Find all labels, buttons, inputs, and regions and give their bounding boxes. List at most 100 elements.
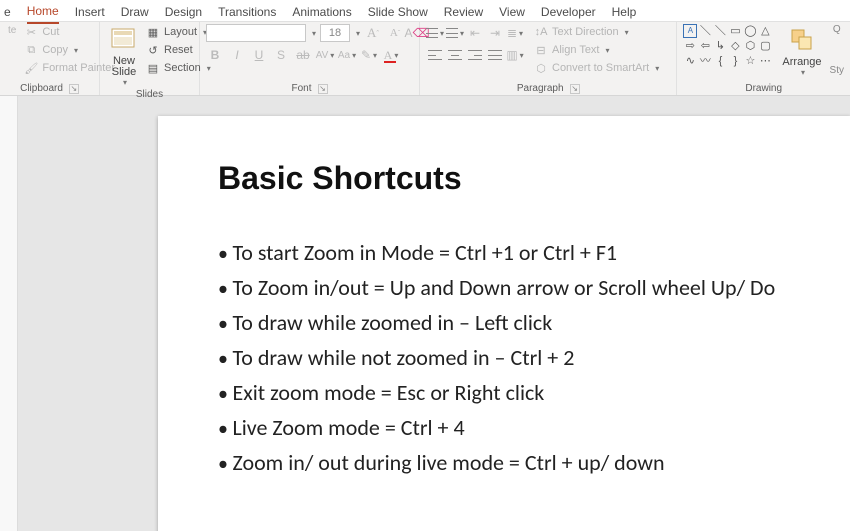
paragraph-dialog-launcher[interactable]: ↘ bbox=[570, 84, 580, 94]
shape-star-icon[interactable]: ☆ bbox=[743, 54, 757, 68]
shape-diamond-icon[interactable]: ◇ bbox=[728, 39, 742, 53]
increase-indent-button[interactable]: ⇥ bbox=[486, 24, 504, 42]
tab-view[interactable]: View bbox=[499, 3, 525, 23]
chevron-down-icon[interactable]: ▾ bbox=[312, 29, 316, 38]
tab-developer[interactable]: Developer bbox=[541, 3, 596, 23]
tab-home[interactable]: Home bbox=[27, 2, 59, 24]
font-dialog-launcher[interactable]: ↘ bbox=[318, 84, 328, 94]
ribbon: te ✂ Cut ⧉ Copy ▾ 🖌 Format Painter Cli bbox=[0, 22, 850, 96]
justify-button[interactable] bbox=[486, 46, 504, 64]
new-slide-button[interactable]: NewSlide ▾ bbox=[106, 24, 142, 89]
paste-button[interactable]: te bbox=[6, 24, 18, 37]
align-left-button[interactable] bbox=[426, 46, 444, 64]
shape-textbox-icon[interactable]: A bbox=[683, 24, 697, 38]
increase-font-button[interactable]: Aˆ bbox=[364, 24, 382, 42]
quick-styles-cut[interactable]: Q bbox=[833, 24, 841, 35]
layout-label: Layout bbox=[164, 26, 197, 38]
shape-line2-icon[interactable]: ＼ bbox=[713, 24, 727, 38]
line-spacing-button[interactable]: ≣▾ bbox=[506, 24, 524, 42]
char-spacing-button[interactable]: AV▾ bbox=[316, 46, 334, 64]
group-clipboard: te ✂ Cut ⧉ Copy ▾ 🖌 Format Painter Cli bbox=[0, 22, 100, 95]
list-item[interactable]: To draw while not zoomed in – Ctrl + 2 bbox=[218, 340, 810, 375]
slide[interactable]: Basic Shortcuts To start Zoom in Mode = … bbox=[158, 116, 850, 531]
arrange-label: Arrange bbox=[782, 56, 821, 68]
reset-icon: ↺ bbox=[146, 43, 160, 57]
arrange-icon bbox=[788, 26, 816, 54]
shape-connector-icon[interactable]: ↳ bbox=[713, 39, 727, 53]
shape-arrowl-icon[interactable]: ⇦ bbox=[698, 39, 712, 53]
clipboard-dialog-launcher[interactable]: ↘ bbox=[69, 84, 79, 94]
bold-button[interactable]: B bbox=[206, 46, 224, 64]
group-slides: NewSlide ▾ ▦ Layout ▾ ↺ Reset ▤ Section … bbox=[100, 22, 200, 95]
shape-scribble-icon[interactable]: 〰 bbox=[698, 54, 712, 68]
columns-button[interactable]: ▥▾ bbox=[506, 46, 524, 64]
slide-thumbnails-pane[interactable] bbox=[0, 96, 18, 531]
decrease-indent-button[interactable]: ⇤ bbox=[466, 24, 484, 42]
styles-cut: Sty bbox=[830, 65, 844, 76]
list-item[interactable]: Exit zoom mode = Esc or Right click bbox=[218, 375, 810, 410]
list-item[interactable]: To draw while zoomed in – Left click bbox=[218, 305, 810, 340]
new-slide-icon bbox=[110, 26, 138, 54]
slide-title[interactable]: Basic Shortcuts bbox=[218, 160, 810, 197]
align-center-button[interactable] bbox=[446, 46, 464, 64]
shape-oval-icon[interactable]: ◯ bbox=[743, 24, 757, 38]
group-font-label: Font bbox=[291, 83, 311, 94]
underline-button[interactable]: U bbox=[250, 46, 268, 64]
list-item[interactable]: Zoom in/ out during live mode = Ctrl + u… bbox=[218, 445, 810, 480]
shape-roundrect-icon[interactable]: ▢ bbox=[758, 39, 772, 53]
list-item[interactable]: Live Zoom mode = Ctrl + 4 bbox=[218, 410, 810, 445]
group-font: ▾ 18 ▾ Aˆ Aˇ A⌫ B I U S ab AV▾ Aa▾ ✎▾ A▾… bbox=[200, 22, 420, 95]
arrange-button[interactable]: Arrange ▾ bbox=[778, 24, 825, 79]
italic-button[interactable]: I bbox=[228, 46, 246, 64]
convert-smartart-button[interactable]: ⬡ Convert to SmartArt ▾ bbox=[532, 60, 661, 76]
tab-help[interactable]: Help bbox=[612, 3, 637, 23]
font-color-button[interactable]: A▾ bbox=[382, 46, 400, 64]
tab-draw[interactable]: Draw bbox=[121, 3, 149, 23]
chevron-down-icon: ▾ bbox=[801, 68, 805, 77]
slide-canvas[interactable]: Basic Shortcuts To start Zoom in Mode = … bbox=[18, 96, 850, 531]
numbering-button[interactable]: ▾ bbox=[446, 24, 464, 42]
shape-brace-icon[interactable]: { bbox=[713, 54, 727, 68]
shape-hex-icon[interactable]: ⬡ bbox=[743, 39, 757, 53]
group-paragraph: ▾ ▾ ⇤ ⇥ ≣▾ ▥▾ ↕A Text Direction bbox=[420, 22, 677, 95]
bullets-button[interactable]: ▾ bbox=[426, 24, 444, 42]
highlight-button[interactable]: ✎▾ bbox=[360, 46, 378, 64]
shapes-gallery[interactable]: A ＼ ＼ ▭ ◯ △ ⇨ ⇦ ↳ ◇ ⬡ ▢ ∿ 〰 { } ☆ ⋯ bbox=[683, 24, 772, 68]
cut-label: Cut bbox=[42, 26, 59, 38]
group-drawing: A ＼ ＼ ▭ ◯ △ ⇨ ⇦ ↳ ◇ ⬡ ▢ ∿ 〰 { } ☆ ⋯ bbox=[677, 22, 850, 95]
font-size-input[interactable]: 18 bbox=[320, 24, 350, 42]
new-slide-label: NewSlide bbox=[112, 56, 136, 78]
shape-rect-icon[interactable]: ▭ bbox=[728, 24, 742, 38]
chevron-down-icon: ▾ bbox=[74, 46, 78, 55]
convert-smartart-label: Convert to SmartArt bbox=[552, 62, 649, 74]
align-text-icon: ⊟ bbox=[534, 43, 548, 57]
group-clipboard-label: Clipboard bbox=[20, 83, 63, 94]
align-right-button[interactable] bbox=[466, 46, 484, 64]
slide-bullets[interactable]: To start Zoom in Mode = Ctrl +1 or Ctrl … bbox=[218, 235, 810, 480]
tab-insert[interactable]: Insert bbox=[75, 3, 105, 23]
tab-review[interactable]: Review bbox=[444, 3, 483, 23]
list-item[interactable]: To start Zoom in Mode = Ctrl +1 or Ctrl … bbox=[218, 235, 810, 270]
group-slides-label: Slides bbox=[136, 89, 163, 100]
text-direction-button[interactable]: ↕A Text Direction ▾ bbox=[532, 24, 661, 40]
change-case-button[interactable]: Aa▾ bbox=[338, 46, 356, 64]
align-text-button[interactable]: ⊟ Align Text ▾ bbox=[532, 42, 661, 58]
shape-curve-icon[interactable]: ∿ bbox=[683, 54, 697, 68]
shape-triangle-icon[interactable]: △ bbox=[758, 24, 772, 38]
font-name-input[interactable] bbox=[206, 24, 306, 42]
tab-animations[interactable]: Animations bbox=[292, 3, 351, 23]
shape-arrowr-icon[interactable]: ⇨ bbox=[683, 39, 697, 53]
chevron-down-icon[interactable]: ▾ bbox=[356, 29, 360, 38]
decrease-font-button[interactable]: Aˇ bbox=[386, 24, 404, 42]
strike-button[interactable]: ab bbox=[294, 46, 312, 64]
list-item[interactable]: To Zoom in/out = Up and Down arrow or Sc… bbox=[218, 270, 810, 305]
tab-slideshow[interactable]: Slide Show bbox=[368, 3, 428, 23]
chevron-down-icon: ▾ bbox=[625, 28, 629, 37]
shape-line-icon[interactable]: ＼ bbox=[698, 24, 712, 38]
tab-design[interactable]: Design bbox=[165, 3, 202, 23]
shape-more-icon[interactable]: ⋯ bbox=[758, 54, 772, 68]
tab-transitions[interactable]: Transitions bbox=[218, 3, 276, 23]
shape-brace2-icon[interactable]: } bbox=[728, 54, 742, 68]
shadow-button[interactable]: S bbox=[272, 46, 290, 64]
tab-file-cut[interactable]: e bbox=[4, 3, 11, 23]
